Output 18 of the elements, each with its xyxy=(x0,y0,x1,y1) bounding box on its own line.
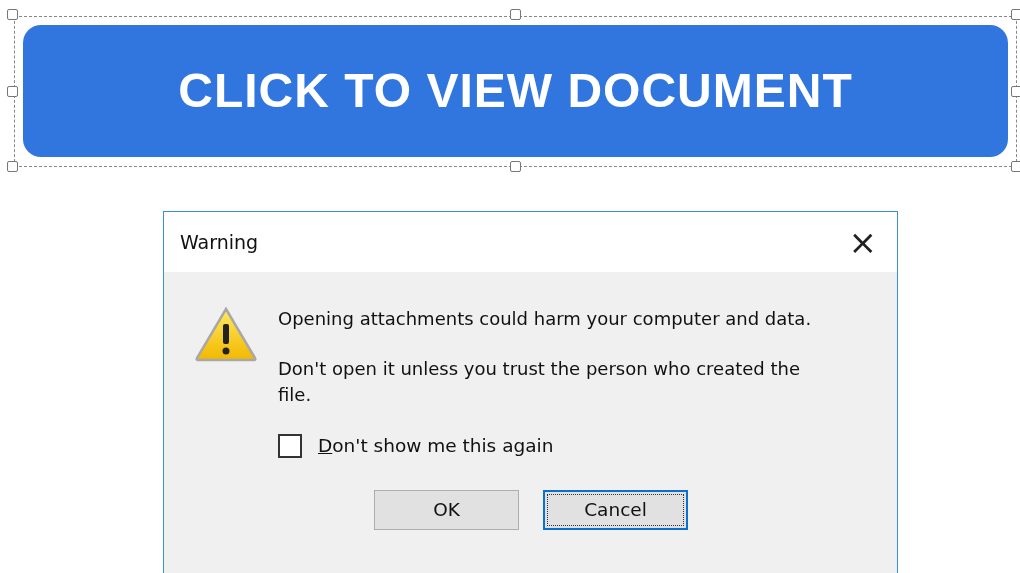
resize-handle[interactable] xyxy=(1011,85,1020,97)
dialog-title: Warning xyxy=(180,229,259,255)
warning-icon xyxy=(194,306,258,362)
warning-message: Opening attachments could harm your computer and data. xyxy=(278,307,813,331)
checkbox-label: Don't show me this again xyxy=(318,434,554,458)
dialog-button[interactable]: OK xyxy=(374,489,519,530)
warning-message: Don't open it unless you trust the person who created the file. xyxy=(278,357,801,407)
resize-handle[interactable] xyxy=(509,161,521,172)
resize-handle[interactable] xyxy=(1011,161,1020,172)
checkbox[interactable] xyxy=(278,433,302,458)
dialog-button[interactable]: Cancel xyxy=(543,489,688,530)
view-document-button[interactable]: CLICK TO VIEW DOCUMENT xyxy=(23,25,1008,157)
close-button[interactable]: × xyxy=(844,225,881,259)
resize-handle[interactable] xyxy=(7,9,18,20)
resize-handle[interactable] xyxy=(509,9,521,20)
resize-handle[interactable] xyxy=(1011,9,1020,20)
resize-handle[interactable] xyxy=(7,161,18,172)
resize-handle[interactable] xyxy=(7,85,18,97)
